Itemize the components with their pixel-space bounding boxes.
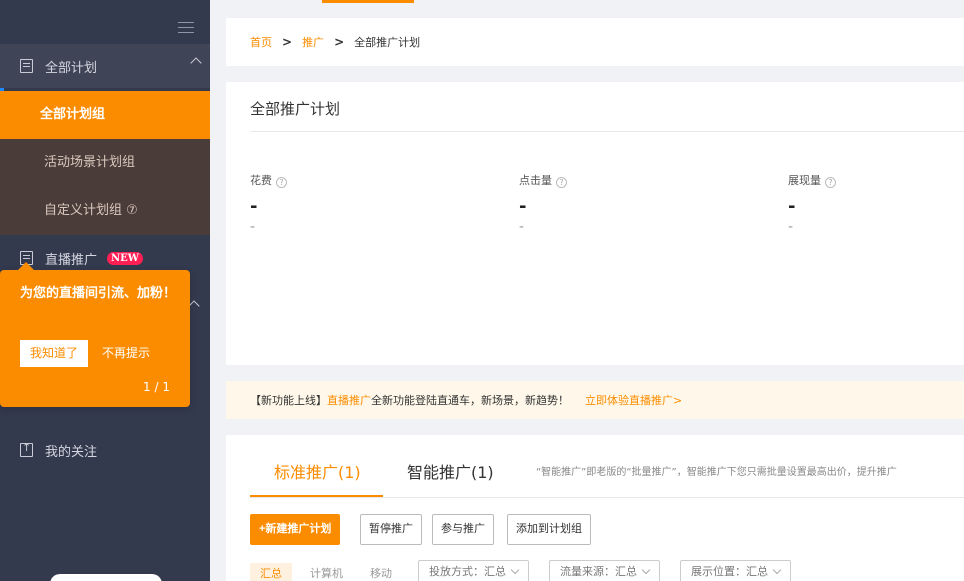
tab-description: “智能推广”即老版的“批量推广”，智能推广下您只需批量设置最高出价，提升推广 <box>536 467 897 478</box>
sidebar-group-label: 直播推广 <box>45 252 98 268</box>
metric-value: - <box>519 196 527 217</box>
sidebar-group-all-plans[interactable]: 全部计划 <box>0 44 210 88</box>
chevron-up-icon[interactable] <box>188 300 200 312</box>
chevron-right-icon: > <box>282 35 293 49</box>
metric-impressions: 展现量? - - <box>788 172 836 235</box>
metric-value: - <box>250 196 258 217</box>
breadcrumb-promo-link[interactable]: 推广 <box>302 34 324 50</box>
tooltip-dismiss-button[interactable]: 不再提示 <box>102 340 150 367</box>
sidebar-group-my-follow[interactable]: 我的关注 <box>0 428 210 472</box>
help-icon[interactable]: ? <box>276 177 287 188</box>
metric-label: 展现量 <box>788 174 821 187</box>
chevron-down-icon <box>772 565 782 575</box>
menu-collapse-icon[interactable] <box>178 22 194 36</box>
breadcrumb-current: 全部推广计划 <box>354 36 421 49</box>
sidebar-item-custom-plan-groups[interactable]: 自定义计划组 ⑦ <box>0 187 210 235</box>
add-to-group-button[interactable]: 添加到计划组 <box>507 514 591 545</box>
pause-button[interactable]: 暂停推广 <box>360 514 422 545</box>
sidebar-group-label: 我的关注 <box>45 444 98 460</box>
sidebar-item-all-plan-groups[interactable]: 全部计划组 <box>0 91 210 139</box>
select-value: 展示位置：汇总 <box>691 565 768 578</box>
display-position-select[interactable]: 展示位置：汇总 <box>680 560 791 581</box>
metric-clicks: 点击量? - - <box>519 172 567 235</box>
tooltip-text: 为您的直播间引流、加粉！ <box>20 286 177 301</box>
device-filter-pc[interactable]: 计算机 <box>310 563 343 581</box>
select-value: 流量来源：汇总 <box>560 565 637 578</box>
page-title: 全部推广计划 <box>250 100 341 118</box>
bottom-panel-edge <box>50 574 162 581</box>
metric-value: - <box>788 196 796 217</box>
divider <box>250 131 964 132</box>
metric-compare: - <box>788 219 794 235</box>
metric-cost: 花费? - - <box>250 172 287 235</box>
new-badge: NEW <box>107 251 144 265</box>
metric-label: 点击量 <box>519 174 552 187</box>
chevron-down-icon <box>641 565 651 575</box>
metric-compare: - <box>250 219 256 235</box>
device-filter-mobile[interactable]: 移动 <box>370 563 392 581</box>
divider <box>250 497 964 498</box>
breadcrumb: 首页 > 推广 > 全部推广计划 <box>226 18 964 66</box>
help-icon[interactable]: ? <box>825 177 836 188</box>
plans-panel: 标准推广(1) 智能推广(1) “智能推广”即老版的“批量推广”，智能推广下您只… <box>226 435 964 581</box>
top-tab-indicator <box>322 0 414 3</box>
notice-highlight: 直播推广 <box>327 394 371 407</box>
tab-smart-promo[interactable]: 智能推广(1) <box>407 459 494 483</box>
traffic-source-select[interactable]: 流量来源：汇总 <box>549 560 660 581</box>
notice-prefix: 【新功能上线】 <box>250 394 327 407</box>
guide-tooltip: 为您的直播间引流、加粉！ 我知道了 不再提示 1 / 1 <box>0 262 190 407</box>
device-filter-all[interactable]: 汇总 <box>250 563 292 581</box>
chevron-down-icon <box>510 565 520 575</box>
sidebar-item-scene-plan-groups[interactable]: 活动场景计划组 <box>0 139 210 187</box>
select-value: 投放方式：汇总 <box>429 565 506 578</box>
help-icon[interactable]: ? <box>556 177 567 188</box>
notice-text: 全新功能登陆直通车，新场景，新趋势！ <box>371 394 569 407</box>
sidebar-group-label: 全部计划 <box>45 60 98 76</box>
chevron-up-icon <box>190 57 202 69</box>
feature-notice: 【新功能上线】 直播推广 全新功能登陆直通车，新场景，新趋势！ 立即体验直播推广… <box>226 381 964 419</box>
new-plan-button[interactable]: +新建推广计划 <box>250 514 341 545</box>
tooltip-ok-button[interactable]: 我知道了 <box>20 340 88 367</box>
active-tab-underline <box>250 495 383 497</box>
metric-label: 花费 <box>250 174 272 187</box>
overview-panel: 全部推广计划 花费? - - 点击量? - - 展现量? - - <box>226 82 964 365</box>
metric-compare: - <box>519 219 525 235</box>
tooltip-pager: 1 / 1 <box>143 380 170 394</box>
join-button[interactable]: 参与推广 <box>432 514 494 545</box>
chevron-right-icon: > <box>334 35 345 49</box>
document-icon <box>20 59 33 73</box>
breadcrumb-home-link[interactable]: 首页 <box>250 34 272 50</box>
tab-standard-promo[interactable]: 标准推广(1) <box>274 459 361 483</box>
upload-box-icon <box>20 441 33 457</box>
notice-try-link[interactable]: 立即体验直播推广> <box>585 392 682 408</box>
delivery-mode-select[interactable]: 投放方式：汇总 <box>418 560 529 581</box>
